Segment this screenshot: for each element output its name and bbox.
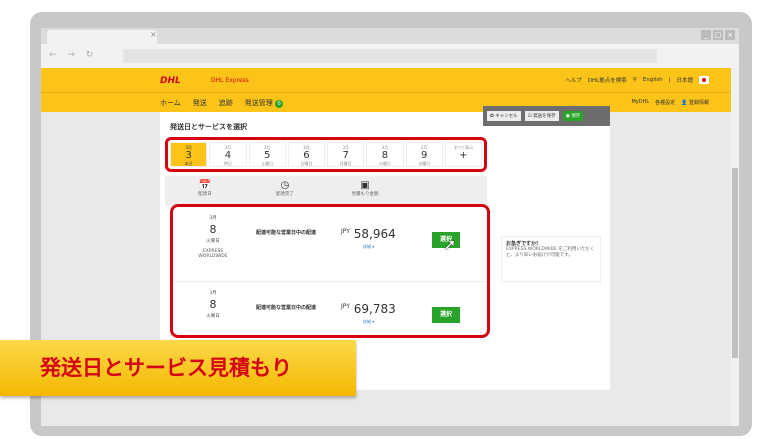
- save-shipment-button[interactable]: ☑ 発送を保存: [524, 111, 559, 121]
- dhl-logo[interactable]: DHL: [160, 76, 181, 86]
- date-weekday: 明日: [223, 161, 232, 166]
- page-title: 発送日とサービスを選択: [170, 123, 247, 131]
- url-input[interactable]: [123, 49, 657, 63]
- delivery-date: 3月 8 火曜日: [188, 290, 238, 319]
- cancel-button[interactable]: ✪ キャンセル: [487, 111, 521, 121]
- tip-body: EXPRESS WORLDWIDE をご利用いただくと、より早いお届けが可能です…: [506, 247, 595, 258]
- nav-home[interactable]: ホーム: [160, 98, 181, 108]
- clock-icon: ◷: [280, 180, 290, 191]
- nav-manage[interactable]: 発送管理 0: [244, 98, 284, 108]
- japan-flag-icon[interactable]: [699, 76, 709, 84]
- date-weekday: 月曜日: [339, 161, 352, 166]
- result-row: 3月 8 火曜日 配達可能な営業日中の配達 JPY 69,783 詳細 ▾ 選択: [173, 281, 487, 343]
- date-day: 4: [224, 150, 232, 161]
- date-weekday: 本日: [184, 161, 193, 166]
- date-option[interactable]: 3月 7 月曜日: [327, 142, 365, 167]
- date-weekday: 火曜日: [378, 161, 391, 166]
- date-selector: 3月 3 本日 3月 4 明日 3月 5 土曜日 3月 6 日曜日 3月 7 月曜日 3月 8 火曜日 3月 9 水曜日…: [165, 137, 487, 172]
- nav-ship[interactable]: 発送: [193, 98, 207, 108]
- cursor-icon: ➚: [443, 235, 457, 254]
- date-weekday: 日曜日: [300, 161, 313, 166]
- tip-box: お急ぎですか! EXPRESS WORLDWIDE をご利用いただくと、より早いお…: [501, 236, 601, 282]
- price-value: 58,964: [353, 227, 396, 241]
- close-tab-icon[interactable]: ×: [150, 30, 157, 39]
- money-icon: ▣: [360, 180, 370, 191]
- column-label: 配達完了: [276, 192, 294, 197]
- delivery-date-column: 📅 配達日: [175, 180, 235, 197]
- details-link[interactable]: 詳細 ▾: [363, 319, 374, 325]
- day: 8: [209, 223, 217, 236]
- date-day: 7: [342, 150, 349, 161]
- quote-column: ▣ 見積もり金額: [335, 180, 395, 197]
- settings-link[interactable]: 各種設定: [655, 99, 675, 106]
- date-option[interactable]: 3月 8 火曜日: [366, 142, 404, 167]
- day: 8: [209, 298, 217, 311]
- nav-manage-label: 発送管理: [244, 99, 273, 107]
- result-row: 3月 8 火曜日 EXPRESS WORLDWIDE 配達可能な営業日中の配達 JPY…: [173, 207, 487, 269]
- account-link[interactable]: 👤 登録情報: [681, 99, 709, 106]
- date-day: 5: [263, 150, 271, 161]
- date-option[interactable]: 3月 9 水曜日: [405, 142, 443, 167]
- date-option[interactable]: 3月 5 土曜日: [248, 142, 286, 167]
- date-option[interactable]: 3月 4 明日: [209, 142, 247, 167]
- delivery-desc: 配達可能な営業日中の配達: [256, 305, 317, 311]
- date-option[interactable]: すべて表示 +: [444, 142, 482, 167]
- address-bar-area: ← → ↻: [41, 44, 739, 68]
- japanese-link[interactable]: 日本語: [676, 76, 693, 84]
- action-toolbar: ✪ キャンセル ☑ 発送を保存 ▣ 保存: [483, 106, 610, 126]
- select-button[interactable]: 選択: [432, 307, 460, 323]
- weekday: 火曜日: [206, 239, 220, 244]
- column-label: 配達日: [198, 192, 212, 197]
- details-link[interactable]: 詳細 ▾: [363, 244, 374, 250]
- delivery-date: 3月 8 火曜日 EXPRESS WORLDWIDE: [188, 215, 238, 259]
- scrollbar-thumb[interactable]: [732, 168, 738, 358]
- account-label: 登録情報: [688, 100, 709, 106]
- location-link[interactable]: DHL拠点を検索: [588, 76, 627, 84]
- browser-tab[interactable]: ×: [47, 30, 157, 44]
- column-label: 見積もり金額: [351, 192, 379, 197]
- delivery-desc: 配達可能な営業日中の配達: [256, 230, 317, 236]
- price: JPY 58,964: [341, 227, 396, 241]
- currency: JPY: [341, 303, 350, 310]
- save-button[interactable]: ▣ 保存: [562, 111, 584, 121]
- date-day: 9: [420, 150, 428, 161]
- price: JPY 69,783: [341, 302, 396, 316]
- date-day: 6: [303, 150, 310, 161]
- mydhl-link[interactable]: MyDHL: [631, 99, 649, 106]
- date-day: +: [459, 150, 468, 161]
- help-link[interactable]: ヘルプ: [565, 76, 582, 84]
- month: 3月: [209, 216, 217, 221]
- date-day: 8: [381, 150, 389, 161]
- maximize-button[interactable]: □: [713, 30, 723, 40]
- english-link[interactable]: English: [643, 77, 663, 83]
- date-weekday: 水曜日: [418, 161, 431, 166]
- search-icon[interactable]: ⚲: [633, 77, 637, 83]
- nav-track[interactable]: 追跡: [219, 98, 233, 108]
- count-badge: 0: [275, 100, 284, 108]
- divider: |: [668, 77, 671, 83]
- currency: JPY: [341, 228, 350, 235]
- results-list: 3月 8 火曜日 EXPRESS WORLDWIDE 配達可能な営業日中の配達 JPY…: [170, 204, 490, 338]
- month: 3月: [209, 291, 217, 296]
- column-icons: 📅 配達日 ◷ 配達完了 ▣ 見積もり金額: [165, 176, 487, 206]
- calendar-icon: 📅: [198, 180, 212, 191]
- service-name: EXPRESS WORLDWIDE: [198, 249, 228, 259]
- price-value: 69,783: [353, 302, 396, 316]
- delivery-complete-column: ◷ 配達完了: [255, 180, 315, 197]
- main-nav: ホーム 発送 追跡 発送管理 0 MyDHL 各種設定 👤 登録情報: [41, 92, 731, 112]
- weekday: 火曜日: [206, 314, 220, 319]
- date-day: 3: [185, 150, 192, 161]
- brand-name: DHL Express: [211, 77, 249, 84]
- date-weekday: 土曜日: [261, 161, 274, 166]
- minimize-button[interactable]: _: [701, 30, 711, 40]
- date-option[interactable]: 3月 6 日曜日: [287, 142, 325, 167]
- caption-text: 発送日とサービス見積もり: [40, 356, 292, 380]
- caption-banner: 発送日とサービス見積もり: [0, 340, 356, 396]
- date-option[interactable]: 3月 3 本日: [170, 142, 208, 167]
- nav-arrows-icon[interactable]: ← → ↻: [49, 50, 97, 60]
- site-header: DHL DHL Express ヘルプ DHL拠点を検索 ⚲ English |…: [41, 68, 731, 92]
- scrollbar[interactable]: [731, 68, 739, 426]
- close-window-button[interactable]: ×: [725, 30, 735, 40]
- tab-bar: × _ □ ×: [41, 28, 739, 44]
